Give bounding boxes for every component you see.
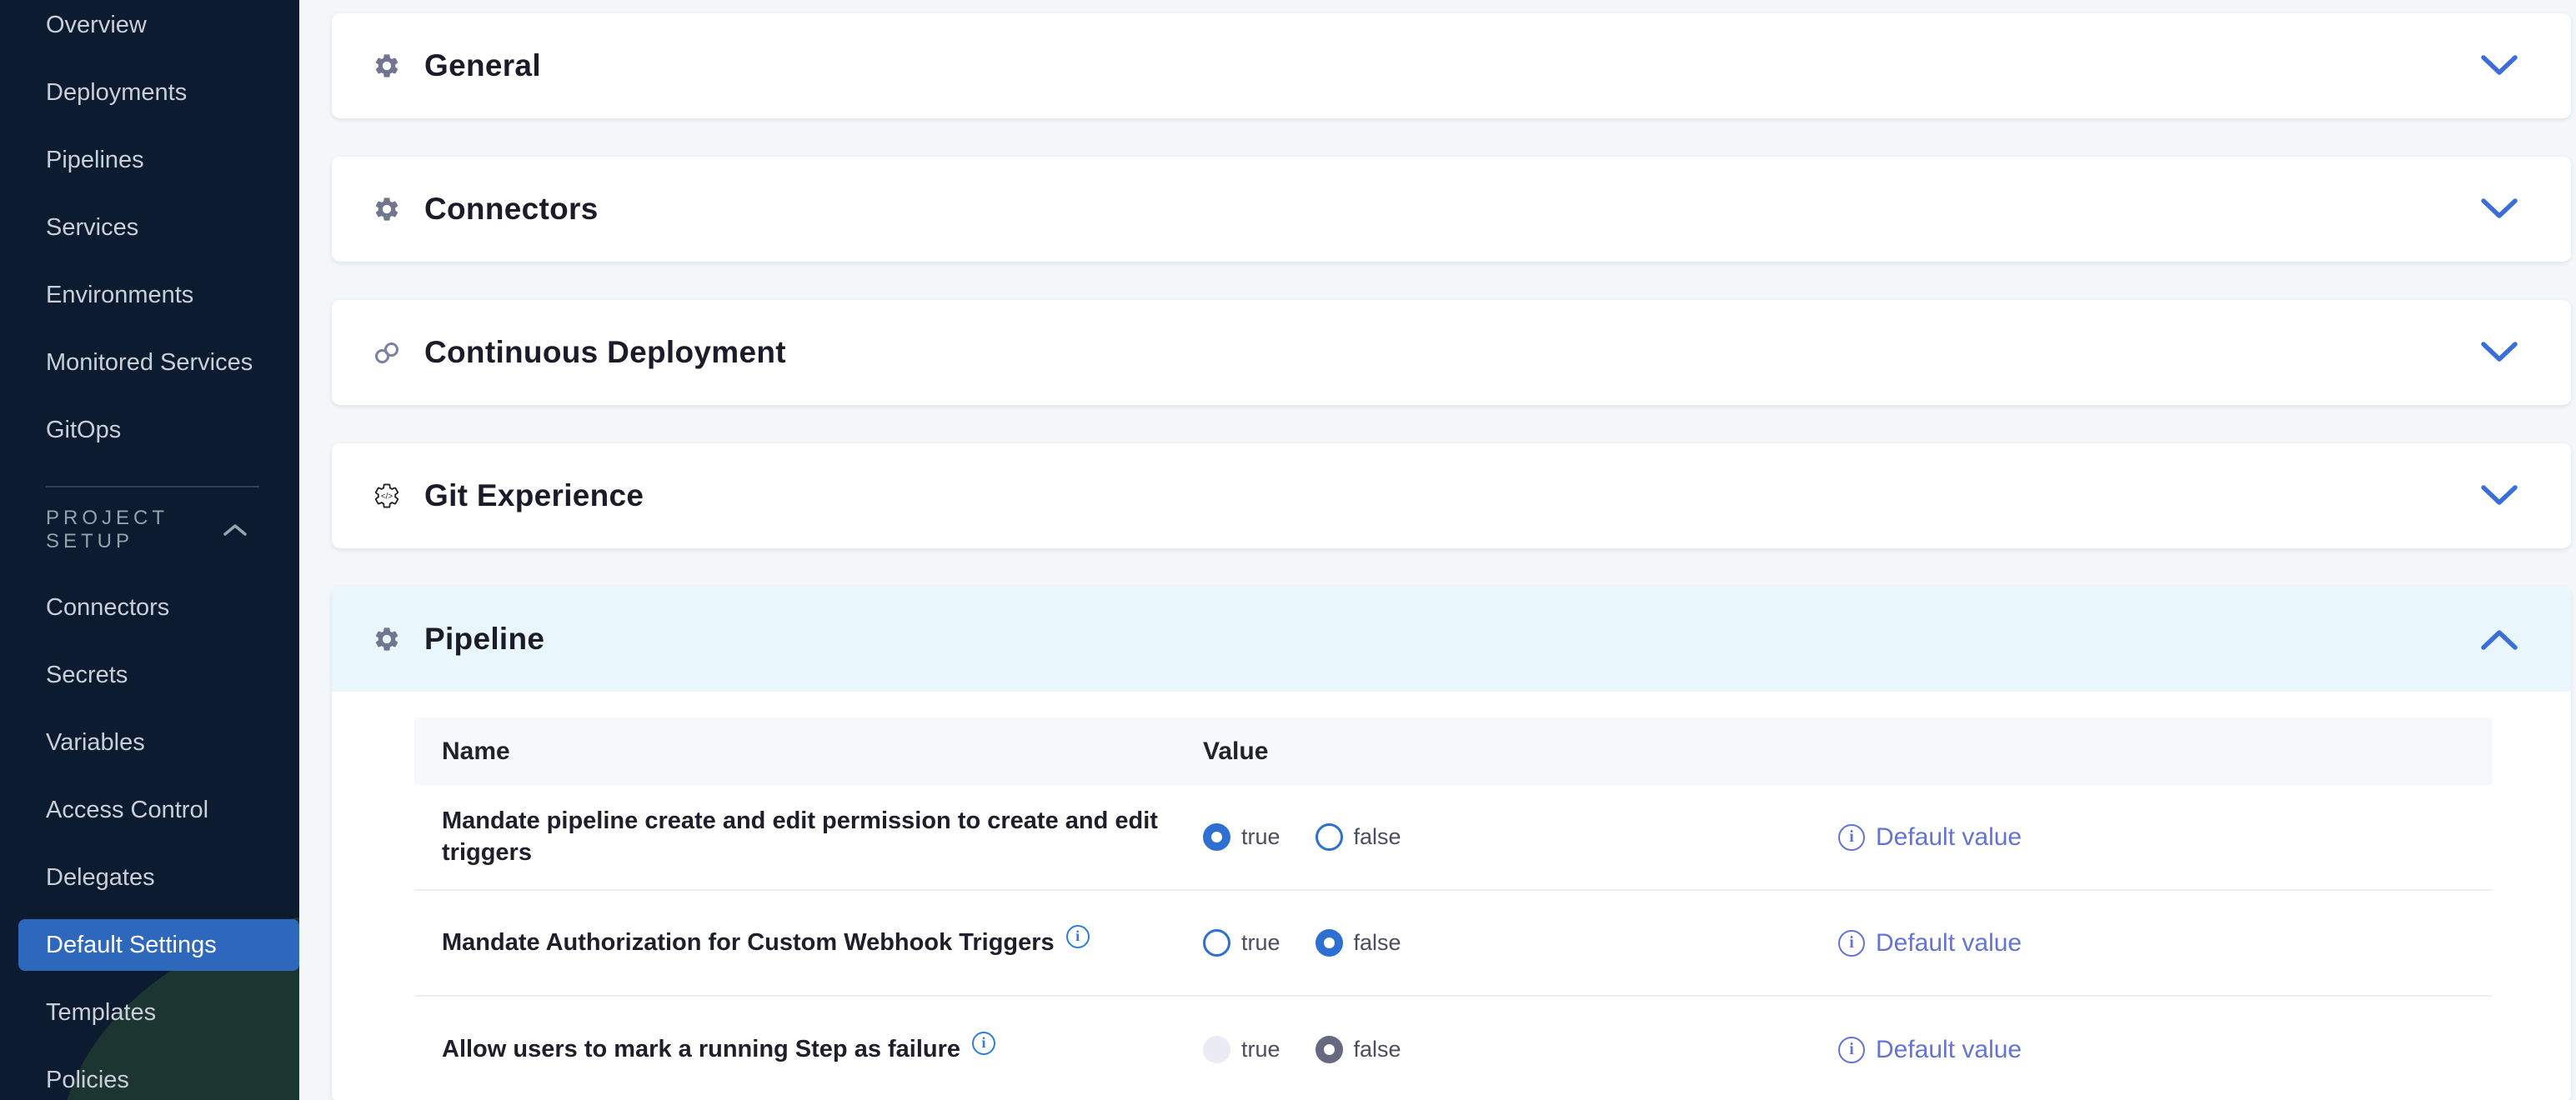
sidebar-item-default-settings[interactable]: Default Settings (18, 919, 299, 971)
section-title: General (424, 48, 541, 83)
sidebar-item-variables[interactable]: Variables (0, 709, 299, 777)
gear-icon (373, 622, 401, 656)
sidebar-item-secrets[interactable]: Secrets (0, 642, 299, 709)
sidebar-item-label: Access Control (46, 797, 208, 824)
info-icon: i (1838, 1037, 1865, 1063)
setting-name: Mandate pipeline create and edit permiss… (442, 806, 1178, 868)
setting-name: Allow users to mark a running Step as fa… (442, 1034, 960, 1066)
info-icon[interactable]: i (972, 1032, 995, 1055)
gear-code-icon: </> (373, 479, 401, 512)
app-root: Overview Deployments Pipelines Services … (0, 0, 2576, 1100)
info-icon[interactable]: i (1066, 925, 1090, 948)
column-header-name: Name (414, 738, 1203, 766)
sidebar-item-label: Deployments (46, 79, 187, 107)
section-title: Git Experience (424, 478, 644, 513)
default-value-link[interactable]: i Default value (1838, 823, 2022, 852)
radio-true (1203, 929, 1230, 957)
sidebar-item-label: Default Settings (46, 932, 217, 959)
chevron-down-icon[interactable] (2481, 485, 2518, 507)
table-row: Allow users to mark a running Step as fa… (414, 997, 2493, 1100)
sidebar-item-label: Services (46, 214, 138, 242)
sidebar-item-environments[interactable]: Environments (0, 262, 299, 329)
section-header[interactable]: Continuous Deployment (332, 300, 2571, 405)
sidebar-item-label: Connectors (46, 594, 169, 622)
sidebar-nav: Overview Deployments Pipelines Services … (0, 0, 299, 464)
gear-icon (373, 49, 401, 82)
radio-option-true[interactable]: true (1203, 929, 1280, 957)
setting-name: Mandate Authorization for Custom Webhook… (442, 928, 1055, 959)
section-header[interactable]: General (332, 13, 2571, 118)
svg-text:</>: </> (381, 492, 393, 502)
sidebar-item-label: Pipelines (46, 147, 144, 174)
sidebar-item-access-control[interactable]: Access Control (0, 777, 299, 844)
radio-option-true[interactable]: true (1203, 823, 1280, 851)
column-header-value: Value (1203, 738, 1838, 766)
info-icon: i (1838, 824, 1865, 851)
chevron-down-icon[interactable] (2481, 342, 2518, 363)
sidebar-item-services[interactable]: Services (0, 194, 299, 262)
gear-icon (373, 192, 401, 226)
section-card-general: General (332, 13, 2571, 118)
sidebar-item-delegates[interactable]: Delegates (0, 844, 299, 912)
sidebar-item-monitored-services[interactable]: Monitored Services (0, 329, 299, 397)
sidebar-item-gitops[interactable]: GitOps (0, 397, 299, 464)
info-icon: i (1838, 930, 1865, 957)
cd-link-icon (373, 336, 401, 369)
sidebar-item-templates[interactable]: Templates (0, 979, 299, 1047)
radio-option-false[interactable]: false (1316, 929, 1401, 957)
radio-true (1203, 1036, 1230, 1063)
radio-option-false[interactable]: false (1316, 823, 1401, 851)
sidebar-item-label: Delegates (46, 864, 155, 892)
chevron-up-icon (223, 522, 248, 538)
settings-panel: General Connectors Continuous Deployment… (299, 0, 2576, 1100)
sidebar-divider (46, 486, 259, 488)
sidebar-item-label: Monitored Services (46, 349, 253, 377)
section-card-connectors: Connectors (332, 157, 2571, 262)
section-card-git-experience: </> Git Experience (332, 443, 2571, 548)
table-row: Mandate pipeline create and edit permiss… (414, 785, 2493, 891)
radio-true-selected (1203, 823, 1230, 851)
sidebar-item-label: Templates (46, 999, 156, 1027)
section-card-continuous-deployment: Continuous Deployment (332, 300, 2571, 405)
section-header[interactable]: </> Git Experience (332, 443, 2571, 548)
default-value-link[interactable]: i Default value (1838, 929, 2022, 958)
sidebar-item-label: Policies (46, 1067, 129, 1094)
section-card-pipeline: Pipeline Name Value Mandate pipeline cre… (332, 587, 2571, 1100)
sidebar-item-connectors[interactable]: Connectors (0, 574, 299, 642)
sidebar-item-label: GitOps (46, 417, 121, 444)
project-setup-label: PROJECT SETUP (46, 507, 223, 553)
chevron-down-icon[interactable] (2481, 55, 2518, 77)
section-title: Continuous Deployment (424, 335, 786, 370)
section-title: Pipeline (424, 622, 544, 657)
sidebar: Overview Deployments Pipelines Services … (0, 0, 299, 1100)
radio-false-selected (1316, 929, 1343, 957)
radio-false (1316, 823, 1343, 851)
pipeline-settings-body: Name Value Mandate pipeline create and e… (332, 692, 2571, 1100)
sidebar-item-label: Secrets (46, 662, 128, 689)
section-header[interactable]: Connectors (332, 157, 2571, 262)
sidebar-item-deployments[interactable]: Deployments (0, 59, 299, 127)
sidebar-item-label: Variables (46, 729, 145, 757)
section-title: Connectors (424, 192, 599, 227)
sidebar-item-label: Environments (46, 282, 193, 309)
sidebar-item-label: Overview (46, 12, 147, 39)
sidebar-section-project-setup[interactable]: PROJECT SETUP (0, 496, 299, 564)
radio-option-true[interactable]: true (1203, 1036, 1280, 1063)
chevron-down-icon[interactable] (2481, 198, 2518, 220)
chevron-up-icon[interactable] (2481, 628, 2518, 650)
radio-false-selected (1316, 1036, 1343, 1063)
section-header[interactable]: Pipeline (332, 587, 2571, 692)
radio-option-false[interactable]: false (1316, 1036, 1401, 1063)
default-value-link[interactable]: i Default value (1838, 1036, 2022, 1064)
sidebar-item-overview[interactable]: Overview (0, 0, 299, 59)
settings-table: Name Value Mandate pipeline create and e… (414, 718, 2493, 1100)
table-header-row: Name Value (414, 718, 2493, 785)
sidebar-project-setup-nav: Connectors Secrets Variables Access Cont… (0, 574, 299, 1100)
sidebar-item-policies[interactable]: Policies (0, 1047, 299, 1100)
table-row: Mandate Authorization for Custom Webhook… (414, 891, 2493, 997)
sidebar-item-pipelines[interactable]: Pipelines (0, 127, 299, 194)
